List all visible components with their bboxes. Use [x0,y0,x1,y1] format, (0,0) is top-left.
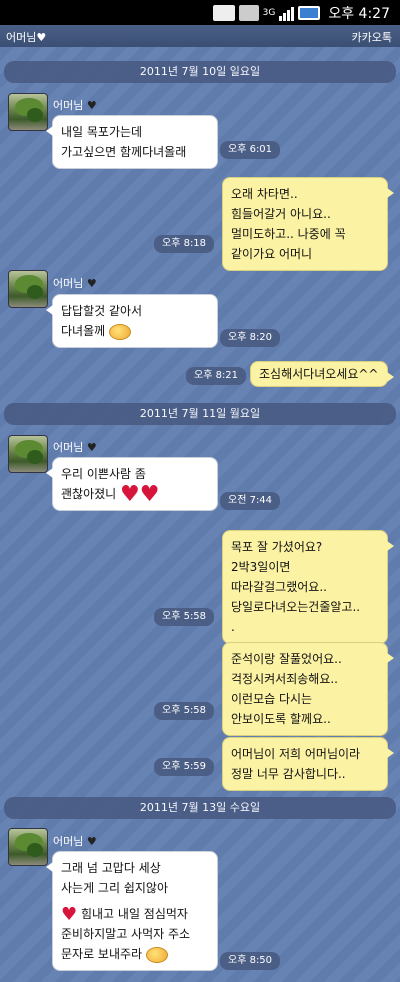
date-divider: 2011년 7월 11일 월요일 [4,403,396,425]
chat-title: 어머님♥ [6,31,47,44]
heart-icon: ♥ [86,835,97,848]
message-time: 오전 7:44 [220,492,281,510]
date-divider: 2011년 7월 13일 수요일 [4,797,396,819]
message-bubble[interactable]: 조심해서다녀오세요^^ [250,361,394,387]
sender-name: 어머님 ♥ [53,277,97,290]
message-time: 오후 5:58 [154,702,215,720]
message-bubble[interactable]: 그래 넘 고맙다 세상 사는게 그리 쉽지않아 ♥ 힘내고 내일 점심먹자 준비… [46,851,218,971]
avatar[interactable] [8,93,48,131]
message-bubble[interactable]: 목포 잘 가셨어요? 2박3일이면 따라갈걸그랬어요.. 당일로다녀오는건줄알고… [222,530,394,644]
clock: 오후 4:27 [328,6,390,22]
sender-name: 어머님 ♥ [53,835,97,848]
notification-icon [212,5,235,21]
battery-icon [298,6,321,20]
message-time: 오후 5:59 [154,758,215,776]
message-bubble[interactable]: 준석이랑 잘풀었어요.. 걱정시켜서죄송해요.. 이런모습 다시는 안보이도록 … [222,642,394,736]
chat-title-bar: 어머님♥ 카카오톡 [0,25,400,47]
message-time: 오후 5:58 [154,608,215,626]
status-icons: 3G 오후 4:27 [212,3,390,23]
message-time: 오후 8:21 [186,367,247,385]
chat-area[interactable]: 2011년 7월 10일 일요일 어머님 ♥ 내일 목포가는데 가고싶으면 함께… [0,47,400,982]
date-divider: 2011년 7월 10일 일요일 [4,61,396,83]
message-time: 오후 6:01 [220,141,281,159]
heart-icon: ♥ [86,441,97,454]
heart-icon: ♥ [86,277,97,290]
network-label: 3G [262,8,276,18]
message-bubble[interactable]: 어머님이 저희 어머님이라 정말 너무 감사합니다.. [222,737,394,791]
signal-icon [279,5,295,21]
app-name: 카카오톡 [351,31,392,44]
heart-emoji-icon: ♥ [61,903,78,925]
message-time: 오후 8:50 [220,952,281,970]
heart-icon: ♥ [86,99,97,112]
sender-name: 어머님 ♥ [53,441,97,454]
avatar[interactable] [8,828,48,866]
heart-emoji-icon: ♥♥ [120,481,160,507]
message-bubble[interactable]: 우리 이쁜사람 좀 괜찮아졌니 ♥♥ [46,457,218,511]
message-time: 오후 8:18 [154,235,215,253]
message-bubble[interactable]: 오래 차타면.. 힘들어갈거 아니요.. 멀미도하고.. 나중에 꼭 같이가요 … [222,177,394,271]
smile-emoji-icon [145,946,168,963]
smile-emoji-icon [109,323,131,340]
message-time: 오후 8:20 [220,329,281,347]
message-bubble[interactable]: 내일 목포가는데 가고싶으면 함께다녀올래 [46,115,218,169]
avatar[interactable] [8,270,48,308]
message-bubble[interactable]: 답답할것 같아서 다녀올께 [46,294,218,348]
app-icon [238,5,259,21]
avatar[interactable] [8,435,48,473]
status-bar: 3G 오후 4:27 [0,0,400,25]
sender-name: 어머님 ♥ [53,99,97,112]
